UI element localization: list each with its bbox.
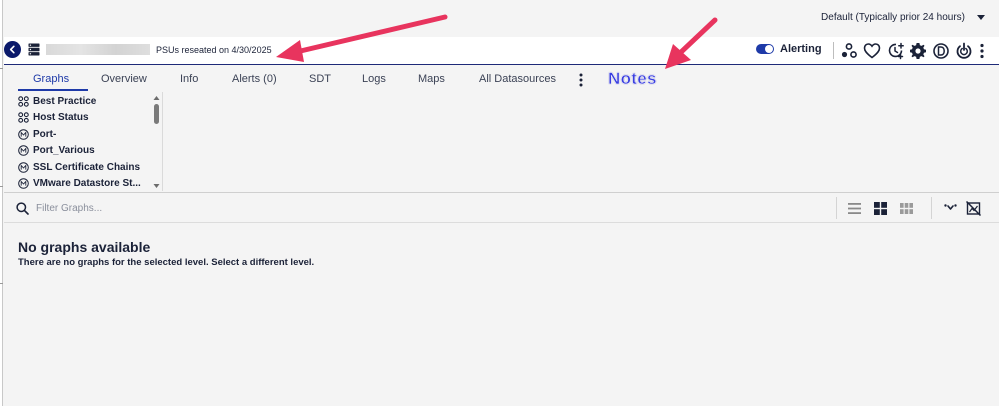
m-circle-icon: [18, 145, 29, 156]
m-circle-icon: [18, 178, 29, 189]
compact-grid-view-icon[interactable]: [899, 201, 914, 216]
settings-button[interactable]: [909, 42, 927, 60]
tab-overview[interactable]: Overview: [101, 73, 147, 85]
time-range-dropdown[interactable]: Default (Typically prior 24 hours): [821, 12, 985, 23]
tab-info[interactable]: Info: [180, 73, 198, 85]
back-icon: [9, 45, 15, 54]
tree-item-vmware-datastore[interactable]: VMware Datastore St...: [18, 178, 141, 189]
tab-graphs[interactable]: Graphs: [33, 73, 69, 85]
redacted-device-name: [46, 44, 150, 55]
toggle-switch[interactable]: [756, 44, 774, 54]
power-button[interactable]: [955, 42, 973, 60]
power-icon: [956, 42, 972, 59]
device-description: PSUs reseated on 4/30/2025: [156, 45, 272, 55]
section-divider: [4, 192, 999, 193]
group-icon: [18, 96, 29, 107]
tab-sdt[interactable]: SDT: [309, 73, 331, 85]
rail-tick: [0, 68, 3, 69]
top-bar: Default (Typically prior 24 hours): [4, 0, 999, 37]
caret-down-icon: [977, 15, 985, 20]
scroll-up-arrow-icon: [153, 96, 160, 100]
d-badge-button[interactable]: [932, 42, 950, 60]
more-tabs-icon[interactable]: [578, 72, 584, 88]
left-rail: [0, 0, 3, 406]
back-button[interactable]: [4, 41, 21, 58]
alerting-toggle[interactable]: Alerting: [756, 43, 822, 55]
group-icon: [18, 112, 29, 123]
schedule-add-icon: [888, 42, 904, 60]
empty-state-description: There are no graphs for the selected lev…: [18, 257, 315, 268]
header-divider: [833, 42, 834, 59]
notes-annotation: Notes: [608, 69, 657, 89]
filter-bar: [4, 194, 999, 223]
tab-logs[interactable]: Logs: [362, 73, 386, 85]
collapse-all-icon[interactable]: [943, 201, 958, 216]
tab-bar: Graphs Overview Info Alerts (0) SDT Logs…: [4, 66, 999, 92]
tree-item-label: VMware Datastore St...: [33, 178, 141, 189]
heart-icon: [863, 43, 881, 59]
hide-graphs-icon[interactable]: [966, 201, 981, 216]
tree-item-port[interactable]: Port-: [18, 129, 56, 140]
d-badge-icon: [933, 43, 949, 59]
empty-state-title: No graphs available: [18, 239, 151, 255]
tree-item-host-status[interactable]: Host Status: [18, 112, 89, 123]
tree-item-label: SSL Certificate Chains: [33, 162, 141, 173]
m-circle-icon: [18, 129, 29, 140]
cluster-icon: [841, 43, 857, 58]
resource-header: PSUs reseated on 4/30/2025 Alerting: [4, 37, 999, 65]
toolbar-divider: [836, 197, 837, 219]
toolbar-divider: [931, 197, 932, 219]
list-view-icon[interactable]: [847, 201, 862, 216]
rail-tick: [0, 186, 3, 187]
tree-item-ssl-certificate-chains[interactable]: SSL Certificate Chains: [18, 162, 140, 173]
schedule-sdt-button[interactable]: [887, 42, 905, 60]
grid-view-icon[interactable]: [873, 201, 888, 216]
tab-maps[interactable]: Maps: [418, 73, 445, 85]
search-icon: [16, 202, 29, 215]
more-vertical-icon: [980, 43, 984, 59]
graph-group-tree: Best Practice Host Status Port- Port_Var…: [14, 92, 163, 191]
tree-item-label: Port_Various: [33, 145, 95, 156]
scroll-down-arrow-icon: [153, 184, 160, 188]
tree-item-label: Port-: [33, 129, 57, 140]
m-circle-icon: [18, 162, 29, 173]
tab-all-datasources[interactable]: All Datasources: [479, 73, 556, 85]
scrollbar-thumb[interactable]: [154, 104, 159, 124]
device-icon: [28, 43, 40, 56]
tree-item-port-various[interactable]: Port_Various: [18, 145, 95, 156]
filter-graphs-input[interactable]: [36, 199, 336, 217]
alerting-label: Alerting: [780, 43, 822, 55]
more-actions-button[interactable]: [977, 42, 987, 60]
tab-alerts[interactable]: Alerts (0): [232, 73, 277, 85]
tree-item-label: Host Status: [33, 112, 89, 123]
rail-tick: [0, 283, 3, 284]
tree-item-label: Best Practice: [33, 96, 97, 107]
cluster-button[interactable]: [840, 42, 858, 60]
time-range-label: Default (Typically prior 24 hours): [821, 12, 965, 23]
active-tab-indicator: [18, 89, 88, 91]
tree-item-best-practice[interactable]: Best Practice: [18, 96, 96, 107]
gear-icon: [910, 43, 926, 59]
favorite-button[interactable]: [863, 42, 881, 60]
